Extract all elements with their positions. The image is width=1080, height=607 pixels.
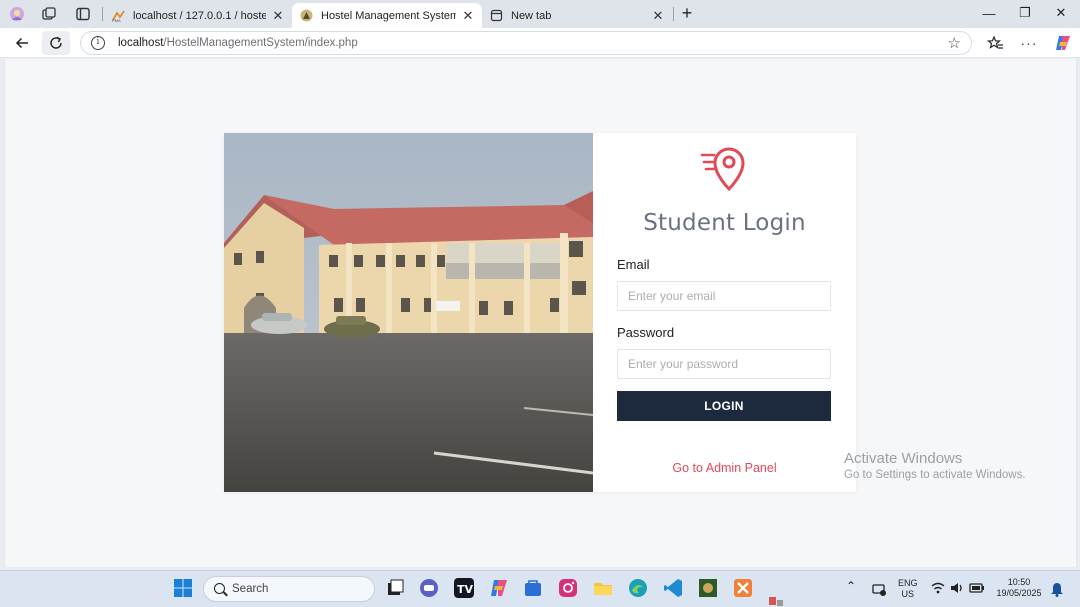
tab-title: localhost / 127.0.0.1 / hostelmsphp [133, 9, 266, 22]
more-icon[interactable]: ··· [1015, 31, 1043, 55]
refresh-button[interactable] [42, 31, 70, 55]
admin-panel-link[interactable]: Go to Admin Panel [593, 461, 856, 475]
tab-new-tab[interactable]: New tab ✕ [482, 3, 672, 28]
copilot-button[interactable] [1049, 31, 1077, 55]
close-tab-icon[interactable]: ✕ [462, 8, 474, 24]
favorite-star-icon[interactable]: ☆ [948, 34, 961, 52]
svg-text:PMA: PMA [112, 18, 121, 22]
taskbar-search[interactable]: Search [203, 576, 375, 602]
svg-text:TV: TV [457, 583, 474, 596]
tab-actions-icon[interactable] [74, 5, 92, 23]
browser-toolbar: i localhost/HostelManagementSystem/index… [0, 28, 1080, 58]
teams-chat-icon[interactable] [418, 577, 440, 599]
language-indicator[interactable]: ENG US [898, 578, 918, 600]
favorites-button[interactable] [981, 31, 1009, 55]
tab-phpmyadmin[interactable]: PMA localhost / 127.0.0.1 / hostelmsphp … [104, 3, 292, 28]
show-hidden-icons-chevron-icon[interactable]: ⌃ [846, 580, 856, 592]
address-bar[interactable]: i localhost/HostelManagementSystem/index… [80, 31, 972, 55]
copilot-icon [1056, 36, 1070, 50]
workspaces-icon[interactable] [40, 5, 58, 23]
new-tab-favicon-icon [490, 9, 503, 22]
back-icon [15, 37, 28, 49]
favorites-icon [986, 34, 1003, 49]
new-tab-button[interactable]: + [669, 2, 705, 24]
watermark-subtitle: Go to Settings to activate Windows. [844, 469, 1026, 481]
edge-browser-icon[interactable] [627, 577, 649, 599]
network-status-icon[interactable] [870, 580, 888, 598]
login-card: Student Login Email Password LOGIN Go to… [224, 133, 856, 492]
keyboard-layout: US [901, 589, 915, 599]
task-view-icon[interactable] [384, 577, 406, 599]
tradingview-icon[interactable]: TV [453, 577, 475, 599]
minimize-button[interactable]: — [971, 2, 1007, 24]
email-field[interactable] [617, 281, 831, 311]
instagram-icon[interactable] [557, 577, 579, 599]
tab-separator [102, 7, 103, 21]
search-label: Search [232, 583, 269, 595]
windows-start-icon[interactable] [172, 577, 194, 599]
search-icon [214, 583, 225, 594]
email-label: Email [617, 257, 650, 272]
vscode-icon[interactable] [662, 577, 684, 599]
volume-icon[interactable] [949, 580, 965, 596]
close-tab-icon[interactable]: ✕ [272, 8, 284, 24]
file-explorer-icon[interactable] [592, 577, 614, 599]
notification-bell-icon[interactable] [1050, 581, 1064, 597]
login-button[interactable]: LOGIN [617, 391, 831, 421]
close-window-button[interactable]: ✕ [1043, 2, 1079, 24]
browser-tab-strip: PMA localhost / 127.0.0.1 / hostelmsphp … [0, 0, 1080, 28]
url-text[interactable]: localhost/HostelManagementSystem/index.p… [118, 37, 358, 49]
copilot-taskbar-icon[interactable] [488, 577, 510, 599]
close-tab-icon[interactable]: ✕ [652, 8, 664, 24]
info-icon[interactable]: i [91, 36, 105, 50]
running-app-icon[interactable] [767, 595, 787, 607]
refresh-icon [50, 36, 62, 49]
hostel-favicon-icon [300, 9, 313, 22]
watermark-title: Activate Windows [844, 450, 963, 467]
password-label: Password [617, 325, 675, 340]
password-field[interactable] [617, 349, 831, 379]
battery-icon[interactable] [968, 580, 986, 596]
app-green-icon[interactable] [697, 577, 719, 599]
tab-title: New tab [511, 9, 552, 22]
login-form: Student Login Email Password LOGIN Go to… [593, 133, 856, 492]
phpmyadmin-favicon-icon: PMA [112, 10, 125, 22]
page-title: Student Login [643, 210, 806, 236]
back-button[interactable] [8, 31, 36, 55]
tab-title: Hostel Management System [321, 9, 456, 22]
restore-button[interactable]: ❐ [1007, 2, 1043, 24]
language-code: ENG [898, 578, 918, 588]
profile-icon[interactable] [8, 5, 26, 23]
clock-time: 10:50 [1007, 577, 1031, 587]
wifi-icon[interactable] [930, 580, 946, 596]
microsoft-store-icon[interactable] [522, 577, 544, 599]
activate-windows-watermark: Activate Windows Go to Settings to activ… [844, 450, 1026, 481]
xampp-icon[interactable] [732, 577, 754, 599]
clock-date: 19/05/2025 [996, 588, 1042, 598]
taskbar: Search TV ⌃ ENG US 10:50 19/05/2025 [0, 570, 1080, 607]
hostel-building-photo [224, 133, 593, 492]
system-clock[interactable]: 10:50 19/05/2025 [994, 577, 1044, 599]
location-pin-logo-icon [700, 147, 745, 192]
tab-hostel-management[interactable]: Hostel Management System ✕ [292, 3, 482, 28]
